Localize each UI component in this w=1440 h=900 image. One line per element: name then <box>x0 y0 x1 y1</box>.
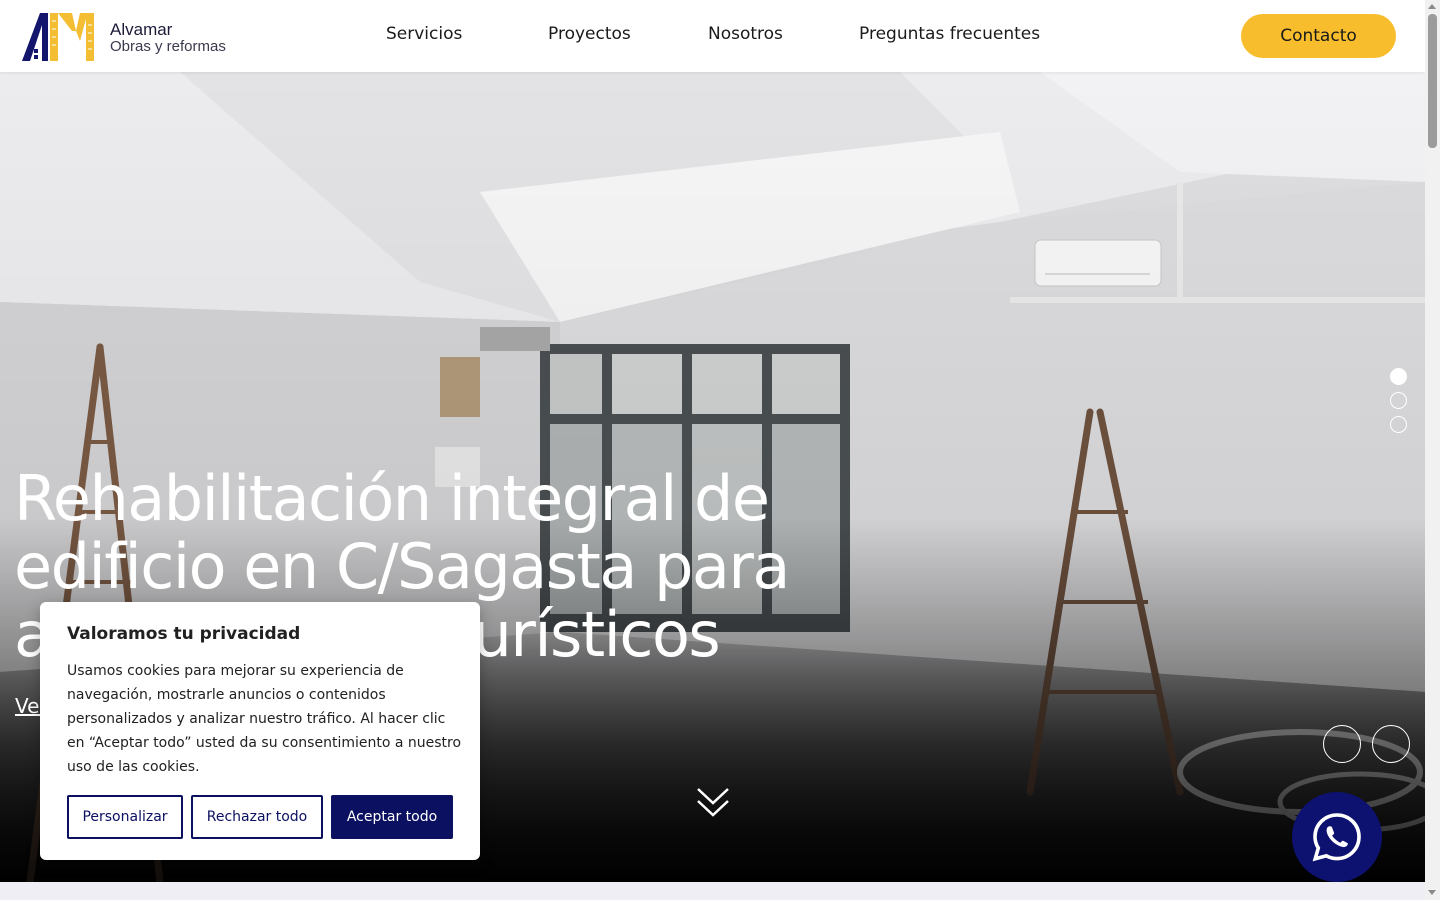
slide-dot-1[interactable] <box>1390 368 1407 385</box>
whatsapp-icon <box>1312 813 1361 862</box>
slide-dot-2[interactable] <box>1390 392 1407 409</box>
slide-dot-3[interactable] <box>1390 416 1407 433</box>
slider-pagination <box>1390 368 1407 440</box>
whatsapp-button[interactable] <box>1292 792 1382 882</box>
scrollbar-thumb[interactable] <box>1428 14 1437 148</box>
logo-subtitle: Obras y reformas <box>110 37 226 55</box>
scroll-up-arrow-icon[interactable] <box>1428 4 1436 9</box>
cookie-consent-dialog: Valoramos tu privacidad Usamos cookies p… <box>40 602 480 860</box>
reject-all-cookies-button[interactable]: Rechazar todo <box>191 795 323 839</box>
cookie-title: Valoramos tu privacidad <box>67 624 301 644</box>
next-section-edge <box>0 882 1425 900</box>
logo-mark-icon <box>22 13 94 61</box>
previous-slide-button[interactable] <box>1323 725 1361 763</box>
contact-button[interactable]: Contacto <box>1241 14 1396 58</box>
scroll-down-arrow-icon[interactable] <box>1428 890 1436 895</box>
site-header: Alvamar Obras y reformas Servicios Proye… <box>0 0 1425 72</box>
double-chevron-down-icon <box>697 788 729 817</box>
nav-servicios[interactable]: Servicios <box>386 24 462 44</box>
cookie-description: Usamos cookies para mejorar su experienc… <box>67 663 462 775</box>
nav-nosotros[interactable]: Nosotros <box>708 24 783 44</box>
logo[interactable]: Alvamar Obras y reformas <box>20 10 250 64</box>
page-scrollbar[interactable] <box>1425 0 1440 900</box>
customize-cookies-button[interactable]: Personalizar <box>67 795 183 839</box>
nav-preguntas-frecuentes[interactable]: Preguntas frecuentes <box>859 24 1040 44</box>
accept-all-cookies-button[interactable]: Aceptar todo <box>331 795 453 839</box>
logo-name: Alvamar <box>110 19 173 39</box>
nav-proyectos[interactable]: Proyectos <box>548 24 631 44</box>
next-slide-button[interactable] <box>1372 725 1410 763</box>
scroll-down-button[interactable] <box>695 785 731 826</box>
